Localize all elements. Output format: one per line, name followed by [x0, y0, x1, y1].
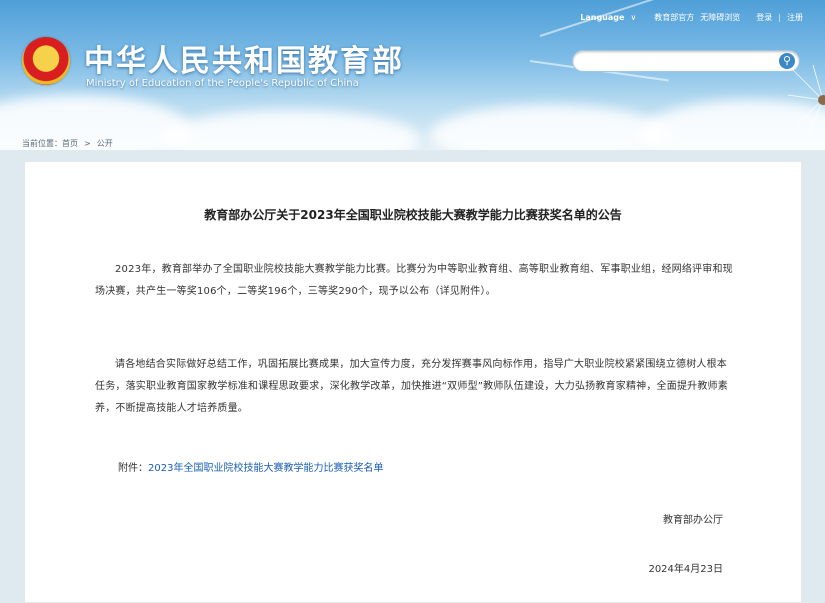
breadcrumb-current[interactable]: 公开 [97, 138, 113, 149]
cloud-decoration [160, 110, 420, 150]
register-link[interactable]: 注册 [787, 12, 803, 23]
site-subtitle: Ministry of Education of the People's Re… [86, 78, 359, 89]
dandelion-decoration [787, 64, 825, 136]
attachment-line: 附件：2023年全国职业院校技能大赛教学能力比赛获奖名单 [118, 459, 383, 474]
breadcrumb: 当前位置：首页 > 公开 [22, 138, 113, 149]
search-input[interactable] [583, 54, 777, 70]
cloud-decoration [430, 105, 670, 150]
login-link[interactable]: 登录 [756, 12, 772, 23]
nav-link-accessibility[interactable]: 无障碍浏览 [700, 12, 740, 23]
article-panel: 教育部办公厅关于2023年全国职业院校技能大赛教学能力比赛获奖名单的公告 202… [24, 161, 802, 603]
article-paragraph: 2023年，教育部举办了全国职业院校技能大赛教学能力比赛。比赛分为中等职业教育组… [95, 264, 733, 297]
attachment-label: 附件： [118, 463, 148, 474]
article-date: 2024年4月23日 [648, 564, 723, 575]
article-title: 教育部办公厅关于2023年全国职业院校技能大赛教学能力比赛获奖名单的公告 [204, 208, 622, 222]
site-header: ★ 中华人民共和国教育部 Ministry of Education of th… [0, 0, 825, 150]
chevron-right-icon: > [84, 139, 91, 148]
breadcrumb-home[interactable]: 当前位置：首页 [22, 138, 78, 149]
article-signer: 教育部办公厅 [663, 515, 723, 526]
attachment-link[interactable]: 2023年全国职业院校技能大赛教学能力比赛获奖名单 [148, 463, 383, 474]
site-title[interactable]: 中华人民共和国教育部 [84, 36, 404, 80]
search-box: ⚲ [572, 50, 800, 72]
top-navigation: Language ∨ 教育部官方 无障碍浏览 登录 | 注册 [580, 10, 803, 24]
article-paragraph: 请各地结合实际做好总结工作，巩固拓展比赛成果，加大宣传力度，充分发挥赛事风向标作… [95, 359, 728, 414]
language-selector[interactable]: Language [580, 13, 624, 22]
national-emblem-icon: ★ [22, 37, 70, 85]
separator: | [778, 12, 781, 22]
nav-link-official[interactable]: 教育部官方 [654, 12, 694, 23]
chevron-down-icon[interactable]: ∨ [630, 13, 636, 22]
